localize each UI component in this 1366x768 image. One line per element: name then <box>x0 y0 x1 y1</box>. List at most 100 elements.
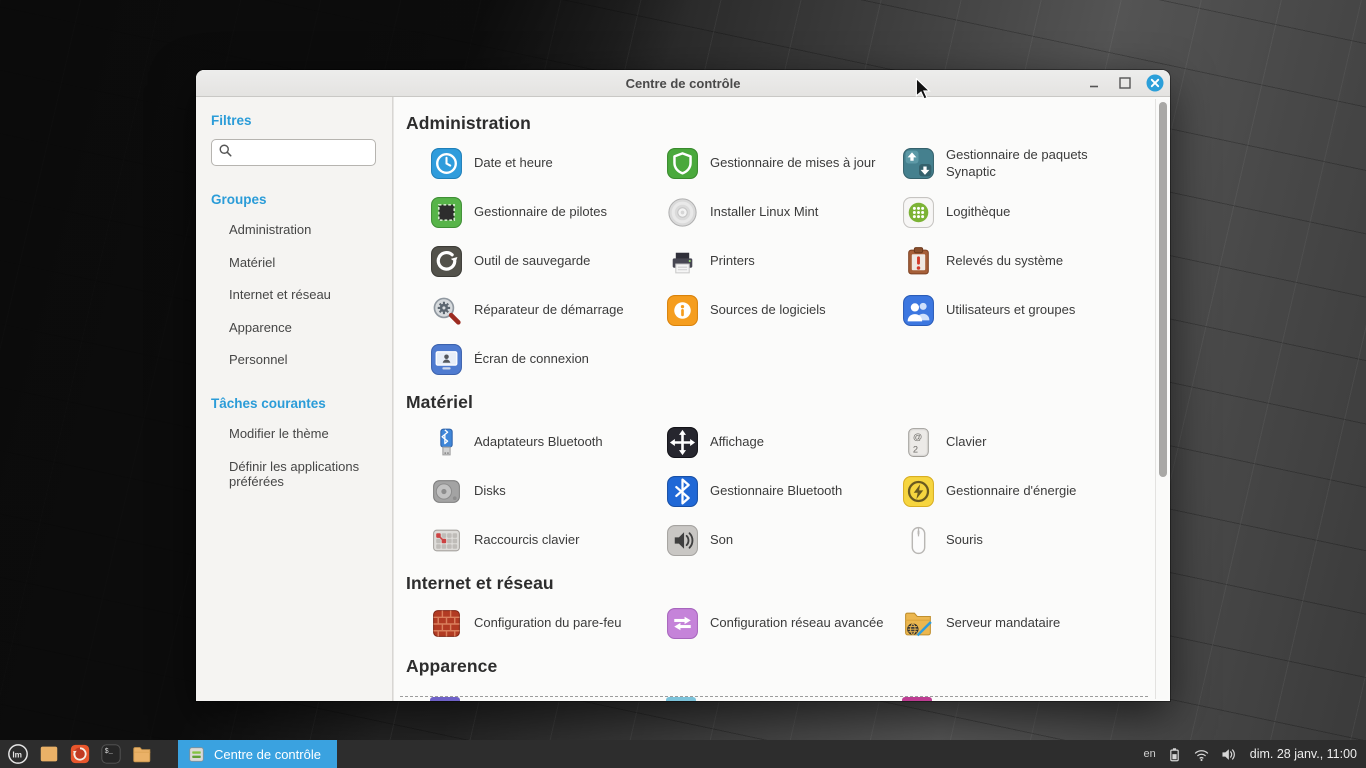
svg-text:$_: $_ <box>105 748 114 756</box>
app-label: Son <box>710 532 734 548</box>
minimize-button[interactable] <box>1080 70 1110 97</box>
app-label: Gestionnaire de mises à jour <box>710 155 876 171</box>
sidebar-item-internet-et-reseau[interactable]: Internet et réseau <box>211 278 376 311</box>
app-clavier[interactable]: @2 Clavier <box>902 426 1138 459</box>
section-administration: Administration Date et heure Gestionnaire … <box>406 113 1140 376</box>
bluetooth-manager-icon <box>666 475 699 508</box>
section-title: Apparence <box>406 656 498 676</box>
maximize-button[interactable] <box>1110 70 1140 97</box>
app-raccourcis-clavier[interactable]: Raccourcis clavier <box>430 524 666 557</box>
search-box[interactable] <box>211 139 376 166</box>
app-gestionnaire-de-pilotes[interactable]: Gestionnaire de pilotes <box>430 196 666 229</box>
boot-repair-icon <box>430 294 463 327</box>
clipped-app-icon <box>666 697 696 701</box>
search-icon <box>218 143 233 163</box>
battery-icon[interactable] <box>1166 746 1183 763</box>
app-label: Gestionnaire de paquets Synaptic <box>946 147 1088 179</box>
app-date-et-heure[interactable]: Date et heure <box>430 147 666 180</box>
desktop[interactable]: { "window": { "title": "Centre de contrô… <box>0 0 1366 768</box>
svg-text:lm: lm <box>12 750 22 759</box>
app-son[interactable]: Son <box>666 524 902 557</box>
app-label: Adaptateurs Bluetooth <box>474 434 603 450</box>
scrollbar-thumb[interactable] <box>1159 102 1167 477</box>
keyboard-layout-indicator[interactable]: en <box>1144 748 1156 760</box>
app-label: Sources de logiciels <box>710 302 826 318</box>
terminal-icon[interactable]: $_ <box>98 741 124 767</box>
section-title: Matériel <box>406 392 473 412</box>
wifi-icon[interactable] <box>1193 746 1210 763</box>
app-label: Configuration du pare-feu <box>474 615 622 631</box>
app-affichage[interactable]: Affichage <box>666 426 902 459</box>
sidebar-item-personnel[interactable]: Personnel <box>211 343 376 376</box>
taskbar: lm $_ Centre de contrôle en dim. 28 janv.… <box>0 740 1366 768</box>
display-icon <box>666 426 699 459</box>
svg-text:@: @ <box>913 432 922 442</box>
app-label: Disks <box>474 483 506 499</box>
app-printers[interactable]: Printers <box>666 245 902 278</box>
mint-menu-icon[interactable]: lm <box>5 741 31 767</box>
section-internet-et-reseau: Internet et réseau Configuration du pare-… <box>406 573 1140 640</box>
app-label: Souris <box>946 532 983 548</box>
close-button[interactable] <box>1140 70 1170 97</box>
sidebar-item-administration[interactable]: Administration <box>211 213 376 246</box>
keyboard-shortcuts-icon <box>430 524 463 557</box>
app-label: Logithèque <box>946 204 1011 220</box>
app-label: Serveur mandataire <box>946 615 1061 631</box>
app-disks[interactable]: Disks <box>430 475 666 508</box>
app-installer-linux-mint[interactable]: Installer Linux Mint <box>666 196 902 229</box>
app-logitheque[interactable]: Logithèque <box>902 196 1138 229</box>
control-center-window: Centre de contrôle Filtres Groupes Admin… <box>196 70 1170 701</box>
sections: Administration Date et heure Gestionnaire … <box>406 113 1140 677</box>
app-outil-de-sauvegarde[interactable]: Outil de sauvegarde <box>430 245 666 278</box>
clock[interactable]: dim. 28 janv., 11:00 <box>1250 747 1357 761</box>
sidebar-task-definir-les-applications-preferees[interactable]: Définir les applications préférées <box>211 450 376 498</box>
app-label: Écran de connexion <box>474 351 589 367</box>
clipped-app-icon <box>430 697 460 701</box>
app-utilisateurs-et-groupes[interactable]: Utilisateurs et groupes <box>902 294 1138 327</box>
section-title: Administration <box>406 113 531 133</box>
app-label: Gestionnaire Bluetooth <box>710 483 843 499</box>
app-label: Gestionnaire d'énergie <box>946 483 1077 499</box>
app-gestionnaire-de-paquets-synaptic[interactable]: Gestionnaire de paquets Synaptic <box>902 147 1138 180</box>
clock-icon <box>430 147 463 180</box>
proxy-icon <box>902 607 935 640</box>
files-icon[interactable] <box>129 741 155 767</box>
firefox-icon[interactable] <box>67 741 93 767</box>
sidebar-task-modifier-le-theme[interactable]: Modifier le thème <box>211 417 376 450</box>
app-configuration-du-pare-feu[interactable]: Configuration du pare-feu <box>430 607 666 640</box>
app-gestionnaire-bluetooth[interactable]: Gestionnaire Bluetooth <box>666 475 902 508</box>
app-reparateur-de-demarrage[interactable]: Réparateur de démarrage <box>430 294 666 327</box>
taskbar-active-task[interactable]: Centre de contrôle <box>178 740 337 768</box>
app-gestionnaire-de-mises-a-jour[interactable]: Gestionnaire de mises à jour <box>666 147 902 180</box>
volume-icon[interactable] <box>1220 746 1237 763</box>
app-releves-du-systeme[interactable]: Relevés du système <box>902 245 1138 278</box>
app-configuration-reseau-avancee[interactable]: Configuration réseau avancée <box>666 607 902 640</box>
sidebar-item-apparence[interactable]: Apparence <box>211 311 376 344</box>
install-cd-icon <box>666 196 699 229</box>
svg-text:2: 2 <box>913 444 918 454</box>
sidebar: Filtres Groupes Administration Matériel In… <box>196 97 393 701</box>
app-label: Date et heure <box>474 155 553 171</box>
power-manager-icon <box>902 475 935 508</box>
app-ecran-de-connexion[interactable]: Écran de connexion <box>430 343 666 376</box>
app-gestionnaire-d-energie[interactable]: Gestionnaire d'énergie <box>902 475 1138 508</box>
section-apparence: Apparence <box>406 656 1140 677</box>
network-advanced-icon <box>666 607 699 640</box>
login-screen-icon <box>430 343 463 376</box>
software-manager-icon <box>902 196 935 229</box>
show-desktop-icon[interactable] <box>36 741 62 767</box>
sidebar-item-materiel[interactable]: Matériel <box>211 246 376 279</box>
app-adaptateurs-bluetooth[interactable]: Adaptateurs Bluetooth <box>430 426 666 459</box>
groups-title: Groupes <box>211 192 267 207</box>
backup-icon <box>430 245 463 278</box>
titlebar[interactable]: Centre de contrôle <box>196 70 1170 97</box>
vertical-scrollbar[interactable] <box>1155 99 1168 699</box>
app-serveur-mandataire[interactable]: Serveur mandataire <box>902 607 1138 640</box>
app-sources-de-logiciels[interactable]: Sources de logiciels <box>666 294 902 327</box>
app-label: Utilisateurs et groupes <box>946 302 1076 318</box>
search-input[interactable] <box>237 145 369 160</box>
sidebar-groups-list: Administration Matériel Internet et réseau… <box>211 213 376 376</box>
window-title: Centre de contrôle <box>625 75 741 91</box>
app-souris[interactable]: Souris <box>902 524 1138 557</box>
tasks-title: Tâches courantes <box>211 395 326 411</box>
